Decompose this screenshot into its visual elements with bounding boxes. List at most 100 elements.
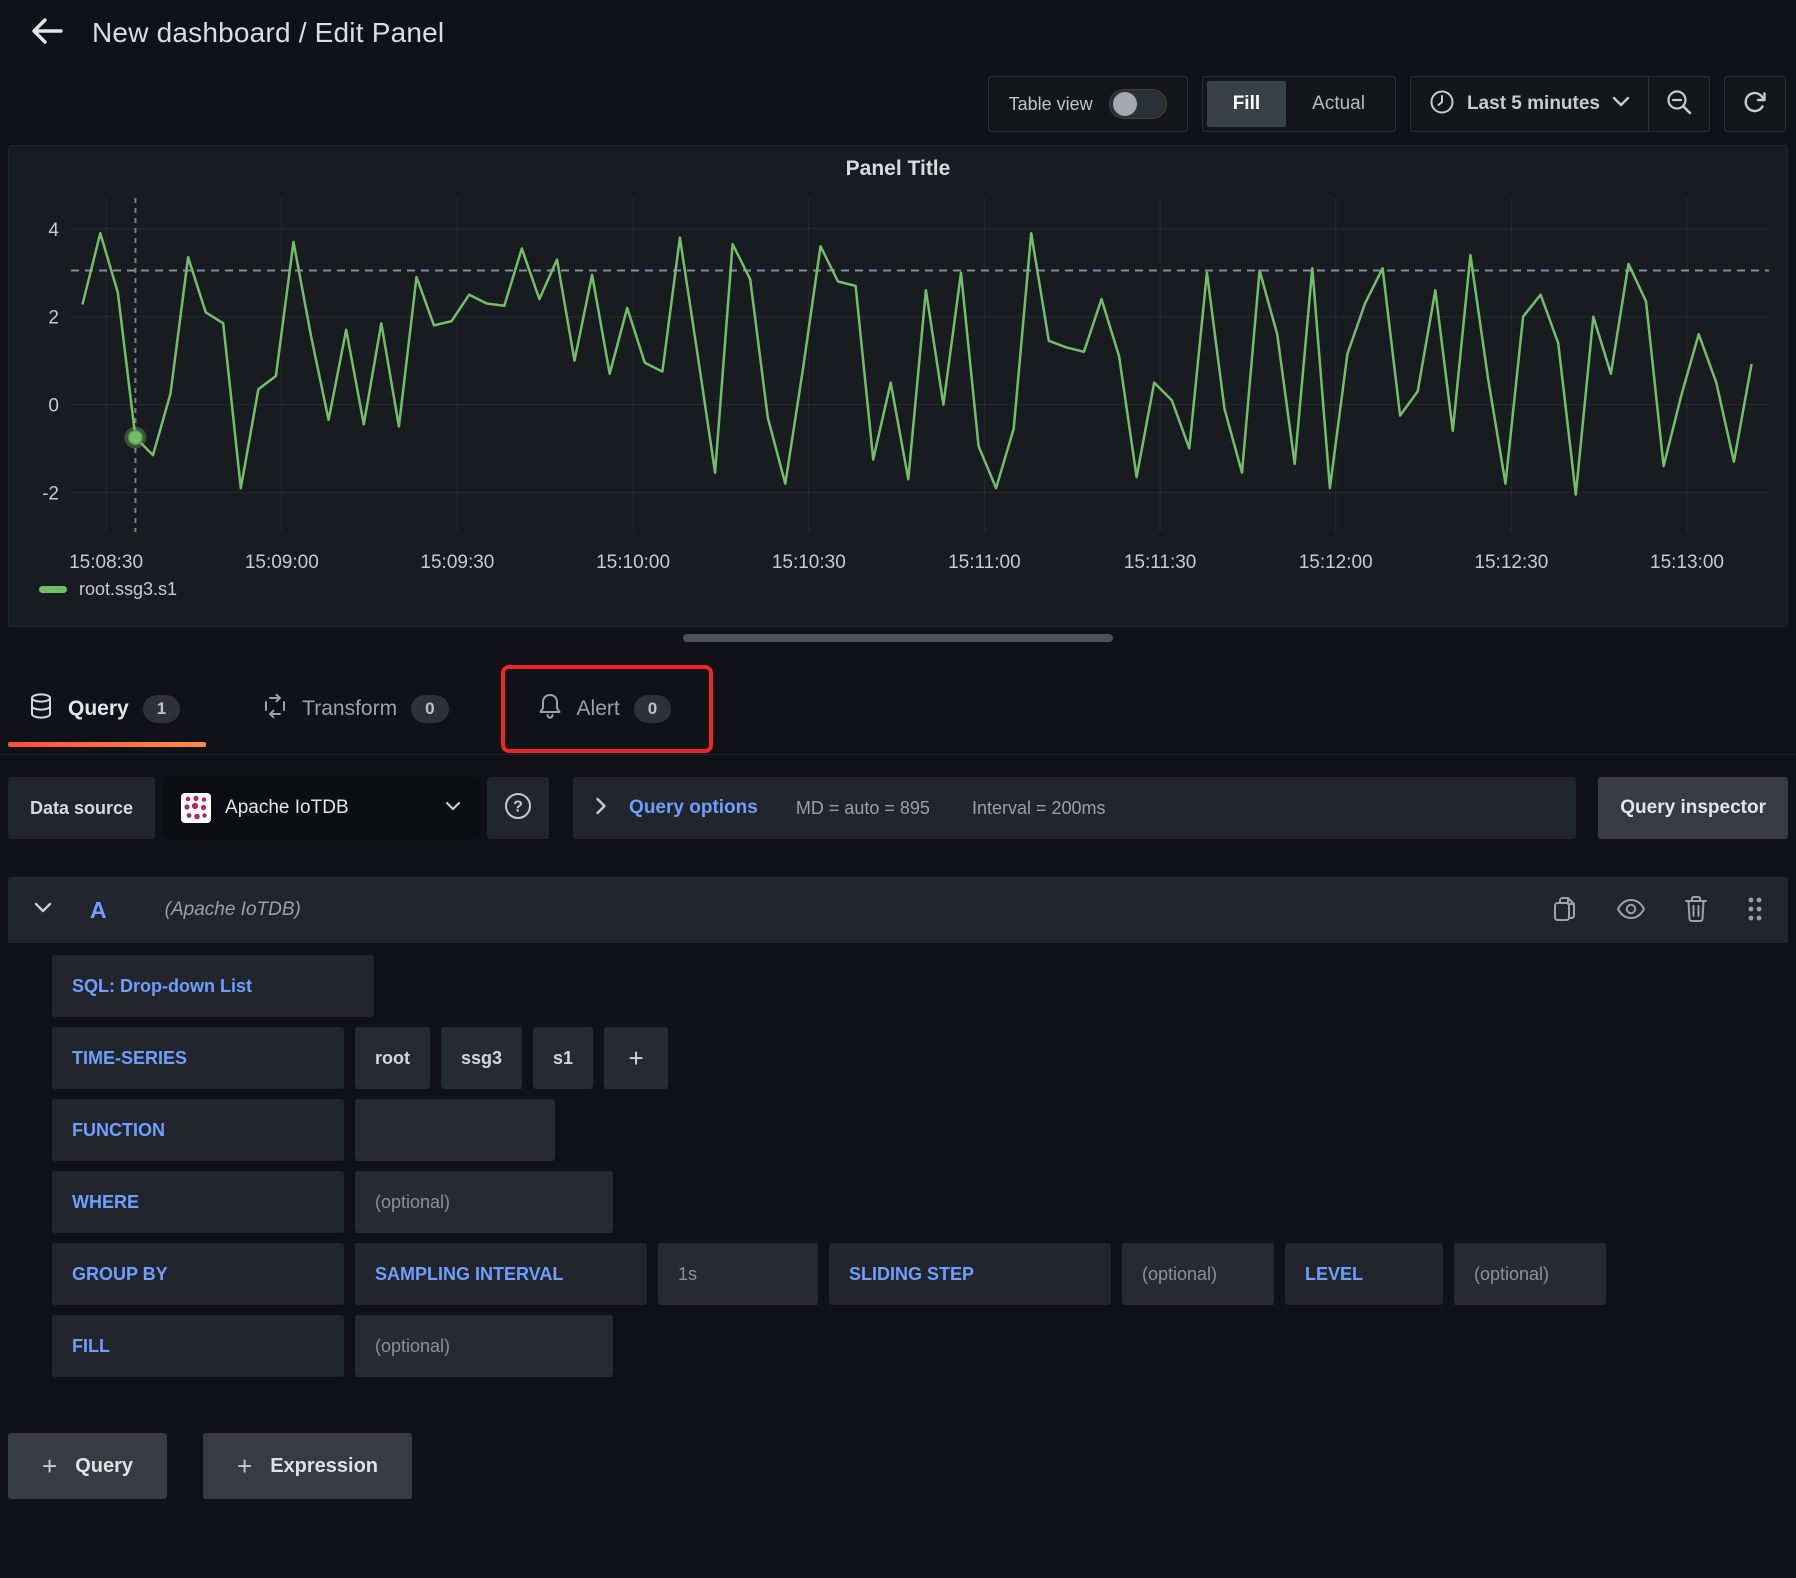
level-input[interactable]: (optional) xyxy=(1454,1243,1606,1305)
add-expression-button[interactable]: + Expression xyxy=(203,1433,412,1499)
sampling-interval-label-chip: SAMPLING INTERVAL xyxy=(355,1243,647,1305)
add-query-button[interactable]: + Query xyxy=(8,1433,167,1499)
fill-option[interactable]: Fill xyxy=(1207,81,1286,127)
where-value-input[interactable]: (optional) xyxy=(355,1171,613,1233)
legend-series-label[interactable]: root.ssg3.s1 xyxy=(79,579,177,600)
svg-text:15:08:30: 15:08:30 xyxy=(69,552,143,573)
time-range-picker[interactable]: Last 5 minutes xyxy=(1411,89,1648,120)
where-label-chip: WHERE xyxy=(52,1171,344,1233)
tab-query-badge: 1 xyxy=(143,695,180,723)
level-label-chip: LEVEL xyxy=(1285,1243,1443,1305)
group-by-label-chip: GROUP BY xyxy=(52,1243,344,1305)
iotdb-query-form: SQL: Drop-down List TIME-SERIES root ssg… xyxy=(8,943,1788,1377)
svg-text:4: 4 xyxy=(48,220,59,241)
fill-label: FILL xyxy=(72,1336,110,1357)
chevron-down-icon[interactable] xyxy=(34,901,52,919)
sampling-interval-label: SAMPLING INTERVAL xyxy=(375,1264,563,1285)
chart-panel: Panel Title 420-215:08:3015:09:0015:09:3… xyxy=(8,145,1788,627)
fill-label-chip: FILL xyxy=(52,1315,344,1377)
tab-transform[interactable]: Transform 0 xyxy=(242,671,474,747)
level-label: LEVEL xyxy=(1305,1264,1363,1285)
active-tab-underline xyxy=(8,742,206,747)
time-series-segment-root[interactable]: root xyxy=(355,1027,430,1089)
svg-text:15:10:30: 15:10:30 xyxy=(772,552,846,573)
toggle-knob xyxy=(1113,92,1137,116)
tab-transform-label: Transform xyxy=(302,697,397,721)
group-by-label: GROUP BY xyxy=(72,1264,168,1285)
alert-tab-highlight-box: Alert 0 xyxy=(501,665,714,753)
query-ref-id[interactable]: A xyxy=(90,897,107,924)
time-series-label-chip: TIME-SERIES xyxy=(52,1027,344,1089)
time-range-label: Last 5 minutes xyxy=(1467,93,1600,115)
table-view-toggle[interactable] xyxy=(1109,89,1167,119)
page-title: New dashboard / Edit Panel xyxy=(92,17,444,49)
query-row-header[interactable]: A (Apache IoTDB) xyxy=(8,877,1788,943)
time-series-segment-s1[interactable]: s1 xyxy=(533,1027,593,1089)
timeseries-chart[interactable]: 420-215:08:3015:09:0015:09:3015:10:0015:… xyxy=(9,188,1787,595)
hide-query-button[interactable] xyxy=(1616,898,1646,923)
panel-toolbar: Table view Fill Actual Last 5 minutes xyxy=(0,59,1796,131)
function-value-input[interactable] xyxy=(355,1099,555,1161)
actual-option[interactable]: Actual xyxy=(1286,81,1391,127)
sliding-step-input[interactable]: (optional) xyxy=(1122,1243,1274,1305)
sampling-interval-value: 1s xyxy=(678,1264,697,1285)
iotdb-logo-icon xyxy=(181,793,211,823)
fill-placeholder: (optional) xyxy=(375,1336,450,1357)
plus-icon: + xyxy=(628,1043,643,1074)
editor-footer: + Query + Expression xyxy=(0,1377,1796,1499)
where-placeholder: (optional) xyxy=(375,1192,450,1213)
panel-resize-row xyxy=(0,627,1796,649)
plus-icon: + xyxy=(237,1451,252,1482)
add-query-label: Query xyxy=(75,1455,133,1478)
query-inspector-label: Query inspector xyxy=(1620,797,1766,819)
query-inspector-button[interactable]: Query inspector xyxy=(1598,777,1788,839)
segment-s1-value: s1 xyxy=(553,1048,573,1069)
delete-query-button[interactable] xyxy=(1684,895,1708,926)
sql-dropdown-list-button[interactable]: SQL: Drop-down List xyxy=(52,955,374,1017)
time-range-control: Last 5 minutes xyxy=(1410,76,1710,132)
time-series-segment-ssg3[interactable]: ssg3 xyxy=(441,1027,522,1089)
tab-alert[interactable]: Alert 0 xyxy=(517,671,698,747)
add-segment-button[interactable]: + xyxy=(604,1027,668,1089)
datasource-label: Data source xyxy=(30,798,133,819)
zoom-out-icon xyxy=(1665,88,1693,121)
sliding-step-label: SLIDING STEP xyxy=(849,1264,974,1285)
where-label: WHERE xyxy=(72,1192,139,1213)
legend-swatch xyxy=(39,586,67,593)
sampling-interval-input[interactable]: 1s xyxy=(658,1243,818,1305)
fill-actual-segmented: Fill Actual xyxy=(1202,76,1396,132)
drag-handle[interactable] xyxy=(1746,895,1764,926)
table-view-label: Table view xyxy=(1009,94,1093,115)
add-expression-label: Expression xyxy=(270,1455,378,1478)
panel-scrollbar[interactable] xyxy=(683,634,1113,642)
svg-text:15:09:00: 15:09:00 xyxy=(245,552,319,573)
chevron-right-icon xyxy=(595,797,607,820)
datasource-help-button[interactable]: ? xyxy=(487,777,549,839)
table-view-control: Table view xyxy=(988,76,1188,132)
duplicate-query-button[interactable] xyxy=(1552,895,1578,926)
fill-value-input[interactable]: (optional) xyxy=(355,1315,613,1377)
datasource-row: Data source Apache IoTDB ? Query options… xyxy=(0,755,1796,839)
time-series-label: TIME-SERIES xyxy=(72,1048,187,1069)
transform-icon xyxy=(262,693,288,724)
query-options-bar[interactable]: Query options MD = auto = 895 Interval =… xyxy=(573,777,1576,839)
tab-transform-badge: 0 xyxy=(411,695,448,723)
back-button[interactable] xyxy=(30,16,64,49)
tab-alert-label: Alert xyxy=(577,697,620,721)
query-options-interval: Interval = 200ms xyxy=(972,798,1106,819)
svg-text:15:12:30: 15:12:30 xyxy=(1474,552,1548,573)
editor-tabs: Query 1 Transform 0 Alert 0 xyxy=(0,663,1796,755)
tab-query[interactable]: Query 1 xyxy=(8,671,206,747)
chart-svg[interactable]: 420-215:08:3015:09:0015:09:3015:10:0015:… xyxy=(21,188,1783,590)
refresh-button[interactable] xyxy=(1724,76,1786,132)
copy-icon xyxy=(1552,895,1578,926)
zoom-out-button[interactable] xyxy=(1648,77,1709,131)
sliding-step-placeholder: (optional) xyxy=(1142,1264,1217,1285)
database-icon xyxy=(28,692,54,725)
query-editor-card: A (Apache IoTDB) xyxy=(8,877,1788,1377)
datasource-select[interactable]: Apache IoTDB xyxy=(163,777,479,839)
clock-icon xyxy=(1429,89,1455,120)
grip-dots-icon xyxy=(1746,895,1764,926)
svg-text:15:11:30: 15:11:30 xyxy=(1124,552,1197,573)
chevron-down-icon xyxy=(1612,95,1630,113)
